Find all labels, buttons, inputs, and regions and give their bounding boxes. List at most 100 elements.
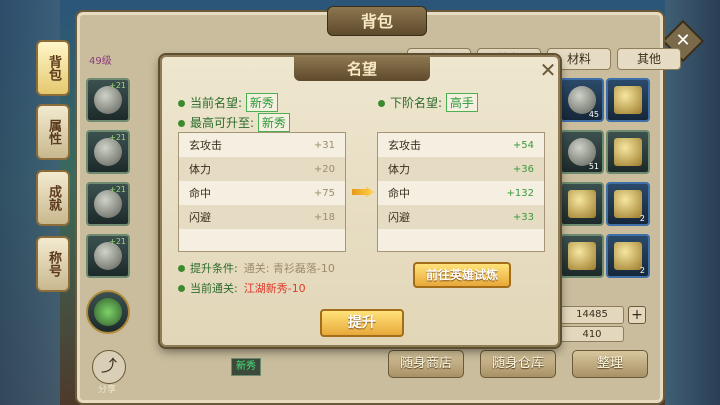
stat-value: +18 bbox=[313, 211, 335, 223]
plus-icon: + bbox=[631, 307, 643, 323]
stat-name: 体力 bbox=[388, 163, 410, 176]
token-icon bbox=[614, 86, 642, 114]
slot-level: +21 bbox=[109, 133, 126, 142]
filter-other[interactable]: 其他 bbox=[617, 48, 681, 70]
stat-value: +54 bbox=[512, 139, 534, 151]
current-pass-value: 江湖新秀-10 bbox=[243, 282, 306, 295]
item-slot[interactable]: 45 bbox=[560, 78, 604, 122]
side-tab-bag[interactable]: 背包 bbox=[36, 40, 70, 96]
share-button[interactable]: ⤴ bbox=[92, 350, 126, 384]
max-fame-value: 新秀 bbox=[257, 113, 290, 132]
scroll-icon bbox=[568, 242, 596, 270]
dialog-title: 名望 bbox=[294, 57, 430, 81]
current-fame-row: 当前名望: 新秀 bbox=[178, 93, 278, 112]
item-slot[interactable] bbox=[606, 130, 650, 174]
stat-name: 玄攻击 bbox=[189, 139, 222, 152]
equipment-slot-armor[interactable]: +21 bbox=[86, 130, 130, 174]
item-slot[interactable] bbox=[606, 78, 650, 122]
mobile-shop-button[interactable]: 随身商店 bbox=[388, 350, 464, 378]
bullet-icon bbox=[178, 265, 185, 272]
player-level: 49级 bbox=[89, 56, 112, 67]
current-fame-label: 当前名望: bbox=[190, 96, 243, 110]
fame-dialog: 名望 ✕ 当前名望: 新秀 下阶名望: 高手 最高可升至: 新秀 玄攻击 +31 … bbox=[160, 55, 560, 347]
bottom-rank-badge: 新秀 bbox=[231, 358, 261, 376]
arrow-right-icon bbox=[352, 187, 374, 197]
armor-icon bbox=[94, 138, 122, 166]
share-icon: ⤴ bbox=[100, 356, 117, 375]
slot-level: +21 bbox=[109, 81, 126, 90]
weapon-slot[interactable] bbox=[86, 290, 130, 334]
stat-name: 闪避 bbox=[189, 211, 211, 224]
current-fame-value: 新秀 bbox=[245, 93, 278, 112]
stat-name: 玄攻击 bbox=[388, 139, 421, 152]
stat-value: +33 bbox=[512, 211, 534, 223]
current-pass-label: 当前通关: bbox=[190, 282, 238, 295]
item-count: 45 bbox=[588, 110, 599, 119]
bag-secondary-value: 410 bbox=[560, 326, 624, 342]
equipment-slot-belt[interactable]: +21 bbox=[86, 182, 130, 226]
belt-icon bbox=[94, 190, 122, 218]
stat-row: 体力 +20 bbox=[179, 157, 345, 181]
next-fame-label: 下阶名望: bbox=[390, 96, 443, 110]
stat-row: 闪避 +18 bbox=[179, 205, 345, 229]
item-slot[interactable]: 2 bbox=[606, 234, 650, 278]
stat-value: +36 bbox=[512, 163, 534, 175]
slot-level: +21 bbox=[109, 237, 126, 246]
bullet-icon bbox=[378, 100, 385, 107]
stat-name: 命中 bbox=[189, 187, 211, 200]
current-pass: 当前通关: 江湖新秀-10 bbox=[178, 280, 306, 296]
bullet-icon bbox=[178, 100, 185, 107]
scroll-icon bbox=[614, 190, 642, 218]
stat-row: 玄攻击 +31 bbox=[179, 133, 345, 157]
helmet-icon bbox=[94, 86, 122, 114]
side-tab-titles[interactable]: 称号 bbox=[36, 236, 70, 292]
map-scroll-icon bbox=[568, 190, 596, 218]
stat-row: 命中 +132 bbox=[378, 181, 544, 205]
stat-value: +20 bbox=[313, 163, 335, 175]
stat-name: 闪避 bbox=[388, 211, 410, 224]
bag-capacity-value: 14485 bbox=[560, 306, 624, 324]
condition-label: 提升条件: bbox=[190, 262, 238, 275]
bullet-icon bbox=[178, 120, 185, 127]
side-tab-achievements[interactable]: 成就 bbox=[36, 170, 70, 226]
item-slot[interactable] bbox=[560, 182, 604, 226]
max-fame-row: 最高可升至: 新秀 bbox=[178, 113, 290, 132]
stat-row: 命中 +75 bbox=[179, 181, 345, 205]
stat-value: +31 bbox=[313, 139, 335, 151]
item-count: 51 bbox=[588, 162, 599, 171]
item-slot[interactable]: 2 bbox=[606, 182, 650, 226]
stat-row: 闪避 +33 bbox=[378, 205, 544, 229]
stat-name: 体力 bbox=[189, 163, 211, 176]
next-fame-row: 下阶名望: 高手 bbox=[378, 93, 478, 112]
sort-button[interactable]: 整理 bbox=[572, 350, 648, 378]
max-fame-label: 最高可升至: bbox=[190, 116, 255, 130]
upgrade-button[interactable]: 提升 bbox=[320, 309, 404, 337]
item-slot[interactable]: 51 bbox=[560, 130, 604, 174]
slot-level: +21 bbox=[109, 185, 126, 194]
sword-icon bbox=[94, 298, 122, 326]
item-count: 2 bbox=[639, 214, 645, 223]
equipment-slot-boots[interactable]: +21 bbox=[86, 234, 130, 278]
dialog-close-button[interactable]: ✕ bbox=[538, 58, 558, 82]
expand-bag-button[interactable]: + bbox=[628, 306, 646, 324]
bullet-icon bbox=[178, 285, 185, 292]
stat-name: 命中 bbox=[388, 187, 410, 200]
stat-row: 体力 +36 bbox=[378, 157, 544, 181]
next-stats-box: 玄攻击 +54 体力 +36 命中 +132 闪避 +33 bbox=[377, 132, 545, 252]
boots-icon bbox=[94, 242, 122, 270]
item-slot[interactable] bbox=[560, 234, 604, 278]
equipment-slot-helmet[interactable]: +21 bbox=[86, 78, 130, 122]
condition-value: 通关: 青衫磊落-10 bbox=[243, 262, 335, 275]
stat-row: 玄攻击 +54 bbox=[378, 133, 544, 157]
mobile-warehouse-button[interactable]: 随身仓库 bbox=[480, 350, 556, 378]
scroll-icon bbox=[614, 242, 642, 270]
stat-value: +132 bbox=[506, 187, 534, 199]
go-to-hero-trial-button[interactable]: 前往英雄试炼 bbox=[413, 262, 511, 288]
treasure-icon bbox=[614, 138, 642, 166]
next-fame-value: 高手 bbox=[445, 93, 478, 112]
stat-value: +75 bbox=[313, 187, 335, 199]
share-label: 分享 bbox=[98, 385, 117, 395]
upgrade-condition: 提升条件: 通关: 青衫磊落-10 bbox=[178, 260, 335, 276]
side-tab-attributes[interactable]: 属性 bbox=[36, 104, 70, 160]
close-icon: ✕ bbox=[539, 58, 557, 82]
